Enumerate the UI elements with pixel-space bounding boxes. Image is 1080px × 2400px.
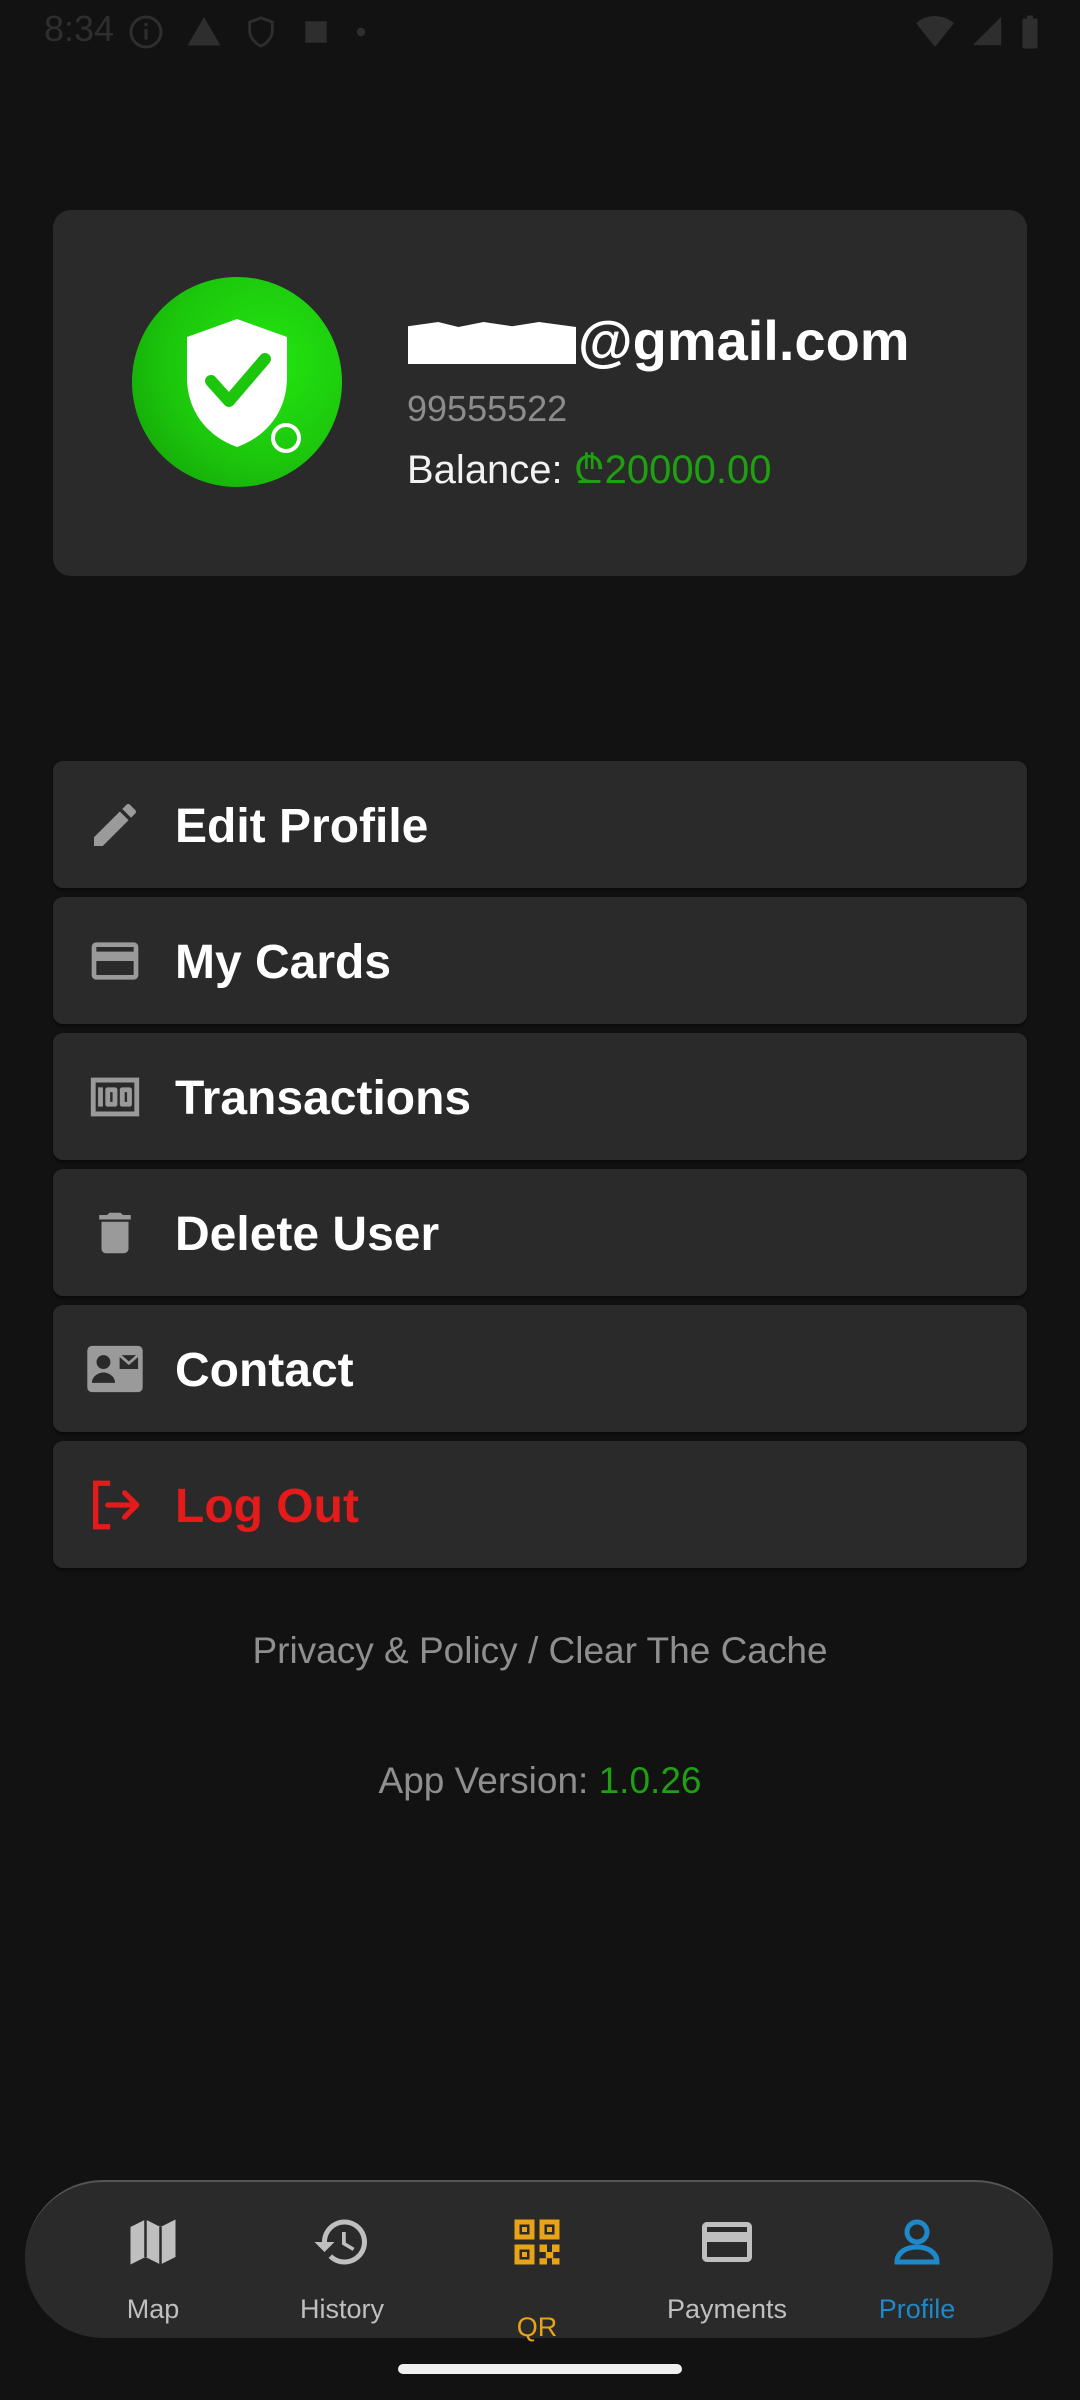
logout-icon [85, 1475, 145, 1535]
battery-icon [1022, 15, 1038, 49]
card-icon [702, 2222, 752, 2262]
map-icon [130, 2219, 176, 2265]
nav-item-history[interactable]: History [252, 2182, 432, 2338]
home-indicator[interactable] [398, 2364, 682, 2374]
nav-label: Map [126, 2294, 180, 2324]
history-icon [314, 2219, 367, 2265]
version-label: App Version: [378, 1760, 599, 1801]
wifi-icon [916, 15, 954, 47]
money-icon [85, 1067, 145, 1127]
nav-item-payments[interactable]: Payments [637, 2182, 817, 2338]
app-version: App Version: 1.0.26 [0, 1760, 1080, 1802]
balance: Balance: ₾20000.00 [407, 440, 771, 495]
menu-item-label: Contact [175, 1344, 354, 1397]
nav-item-map[interactable]: Map [63, 2182, 243, 2338]
person-icon [894, 2219, 940, 2265]
warning-icon [187, 17, 221, 46]
menu-item-label: Edit Profile [175, 800, 429, 853]
qr-icon [514, 2219, 560, 2265]
nav-label: Payments [666, 2294, 788, 2324]
trash-icon [85, 1203, 145, 1263]
menu-item-label: My Cards [175, 936, 392, 989]
nav-item-qr[interactable]: QR [447, 2182, 627, 2342]
status-bar: 8:34 [0, 0, 1080, 60]
dot-icon [356, 27, 366, 37]
nav-item-profile[interactable]: Profile [827, 2182, 1007, 2338]
version-number: 1.0.26 [598, 1760, 702, 1801]
menu-item-log-out[interactable]: Log Out [53, 1441, 1027, 1568]
menu-item-my-cards[interactable]: My Cards [53, 897, 1027, 1024]
status-dot [271, 423, 301, 453]
balance-amount: ₾20000.00 [573, 448, 772, 492]
shield-status-icon [248, 16, 274, 48]
pencil-icon [85, 795, 145, 855]
status-time: 8:34 [44, 8, 115, 49]
avatar [132, 277, 342, 487]
footer-links[interactable]: Privacy & Policy / Clear The Cache [0, 1630, 1080, 1672]
app-notification-icon [305, 21, 327, 43]
menu-item-contact[interactable]: Contact [53, 1305, 1027, 1432]
contact-card-icon [85, 1339, 145, 1399]
profile-card: @gmail.com 99555522 Balance: ₾20000.00 [53, 210, 1027, 576]
menu-item-edit-profile[interactable]: Edit Profile [53, 761, 1027, 888]
info-icon [129, 15, 163, 49]
status-notification-icons [128, 14, 368, 50]
status-system-icons [916, 14, 1040, 50]
balance-label: Balance: [407, 448, 574, 492]
bottom-navigation: Map History QR Payments Profile [25, 2180, 1053, 2342]
menu-item-label: Delete User [175, 1208, 440, 1261]
signal-icon [972, 16, 1002, 46]
menu-item-label: Transactions [175, 1072, 472, 1125]
user-phone: 99555522 [407, 388, 568, 429]
profile-menu: Edit Profile My Cards Transactions Delet… [53, 761, 1027, 1577]
menu-item-label: Log Out [175, 1480, 359, 1533]
user-email: @gmail.com [408, 308, 910, 373]
masked-email-part [408, 322, 576, 364]
card-icon [85, 931, 145, 991]
nav-label: QR [516, 2312, 558, 2342]
nav-label: Profile [878, 2294, 956, 2324]
nav-label: History [299, 2294, 384, 2324]
menu-item-transactions[interactable]: Transactions [53, 1033, 1027, 1160]
menu-item-delete-user[interactable]: Delete User [53, 1169, 1027, 1296]
